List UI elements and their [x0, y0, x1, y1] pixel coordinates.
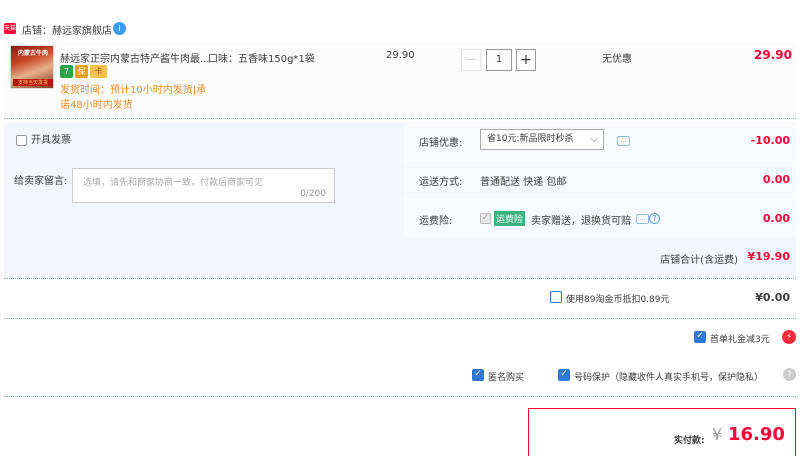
insurance-amount: 0.00 [762, 212, 790, 225]
ship-time-line1: 发货时间：预计10小时内发货|承 [60, 85, 207, 96]
anonymous-purchase-label: 匿名购买 [488, 373, 525, 383]
invoice-label: 开具发票 [31, 135, 71, 146]
shop-coupon-value: 省10元:新品限时秒杀 [487, 134, 574, 144]
seller-message-label: 给卖家留言: [14, 176, 68, 187]
tao-coin-amount: ¥0.00 [755, 291, 790, 304]
delivery-label: 运送方式: [419, 177, 463, 188]
guarantee-shield-icon[interactable]: 保 [75, 65, 88, 78]
question-icon[interactable]: ? [783, 368, 796, 381]
credit-card-icon[interactable]: 卡 [90, 65, 107, 78]
currency-symbol: ¥ [712, 425, 723, 444]
seller-message-placeholder: 选填，请先和商家协商一致，付款后商家可见 [83, 178, 264, 188]
comment-icon[interactable]: … [636, 214, 649, 224]
quantity-input[interactable]: 1 [486, 49, 512, 71]
product-title-link[interactable]: 赫远家正宗内蒙古特产酱牛肉最... [60, 50, 210, 65]
first-order-gift-option[interactable]: ✓ 首单礼金减3元 ⚡ [692, 330, 796, 346]
delivery-amount: 0.00 [762, 173, 790, 186]
shipping-insurance-row: 运费险: ✓ 运费险 卖家赠送，退换货可赔 … ? 0.00 [404, 200, 796, 240]
divider [4, 118, 796, 119]
store-total-label: 店铺合计(含运费) [660, 255, 738, 266]
divider [4, 318, 796, 319]
order-item-row: 内蒙古牛肉 支持当天发货 赫远家正宗内蒙古特产酱牛肉最... 7保卡 发货时间：… [4, 42, 796, 116]
decrease-quantity-button[interactable]: − [461, 49, 481, 71]
product-thumbnail[interactable]: 内蒙古牛肉 支持当天发货 [10, 45, 54, 89]
insurance-label: 运费险: [419, 216, 453, 227]
increase-quantity-button[interactable]: + [516, 49, 536, 71]
invoice-checkbox[interactable] [16, 134, 27, 146]
payment-label: 实付款: [674, 436, 705, 446]
payment-amount: 16.90 [728, 424, 785, 445]
shop-name-link[interactable]: 店铺：赫远家旗舰店 [22, 22, 112, 37]
shop-header: 天猫 店铺：赫远家旗舰店 i [0, 18, 800, 40]
thumbnail-banner: 支持当天发货 [13, 79, 53, 86]
message-char-count: 0/200 [300, 189, 326, 199]
invoice-option[interactable]: 开具发票 [16, 131, 71, 146]
divider [4, 396, 796, 397]
number-protection-label: 号码保护（隐藏收件人真实手机号，保护隐私） [574, 373, 764, 383]
tao-coin-option[interactable]: 使用89淘金币抵扣0.89元 ¥0.00 [548, 290, 796, 306]
chevron-down-icon: ⌵ [590, 134, 598, 145]
divider [4, 278, 796, 279]
thumbnail-caption: 内蒙古牛肉 [17, 50, 48, 57]
shop-discount-label: 店铺优惠: [419, 138, 463, 149]
shop-coupon-select[interactable]: 省10元:新品限时秒杀 ⌵ [480, 129, 604, 150]
delivery-method: 普通配送 快递 包邮 [480, 177, 567, 188]
tao-coin-checkbox[interactable] [550, 291, 562, 303]
ship-time-line2: 诺48小时内发货 [60, 100, 133, 111]
tmall-icon: 天猫 [4, 23, 17, 34]
shop-discount-amount: -10.00 [750, 134, 790, 147]
first-order-checkbox[interactable]: ✓ [694, 331, 706, 343]
wangwang-chat-icon[interactable]: i [113, 22, 126, 35]
tao-coin-label: 使用89淘金币抵扣0.89元 [566, 295, 670, 305]
buyer-options: 开具发票 给卖家留言: 选填，请先和商家协商一致，付款后商家可见 0/200 [4, 122, 404, 238]
item-subtotal: 29.90 [754, 48, 792, 62]
seven-day-return-icon[interactable]: 7 [60, 65, 73, 78]
order-options-panel: 开具发票 给卖家留言: 选填，请先和商家协商一致，付款后商家可见 0/200 店… [4, 122, 796, 278]
store-total-amount: ¥19.90 [747, 250, 790, 263]
lightning-icon: ⚡ [782, 330, 796, 344]
insurance-tag: 运费险 [494, 211, 526, 226]
item-discount: 无优惠 [602, 54, 632, 65]
shop-discount-row: 店铺优惠: 省10元:新品限时秒杀 ⌵ … -10.00 [404, 122, 796, 162]
first-order-label: 首单礼金减3元 [710, 335, 770, 345]
sku-flavor: 口味：五香味150g*1袋 [208, 54, 315, 65]
insurance-text: 卖家赠送，退换货可赔 [531, 216, 631, 227]
unit-price: 29.90 [386, 50, 415, 61]
seller-message-field[interactable]: 选填，请先和商家协商一致，付款后商家可见 0/200 [72, 168, 335, 203]
payment-summary: 实付款: ¥ 16.90 [528, 408, 796, 456]
comment-icon[interactable]: … [617, 136, 630, 146]
anonymous-purchase-checkbox[interactable]: ✓ [472, 369, 484, 381]
number-protection-checkbox[interactable]: ✓ [558, 369, 570, 381]
help-icon[interactable]: ? [649, 213, 660, 224]
privacy-options: ✓ 匿名购买 ✓ 号码保护（隐藏收件人真实手机号，保护隐私） ? [470, 368, 796, 384]
insurance-checkbox: ✓ [480, 213, 491, 224]
service-badges: 7保卡 [60, 65, 109, 79]
delivery-row: 运送方式: 普通配送 快递 包邮 0.00 [404, 161, 796, 201]
fees-pane: 店铺优惠: 省10元:新品限时秒杀 ⌵ … -10.00 运送方式: 普通配送 … [404, 122, 796, 238]
store-total-row: 店铺合计(含运费) ¥19.90 [4, 238, 796, 278]
